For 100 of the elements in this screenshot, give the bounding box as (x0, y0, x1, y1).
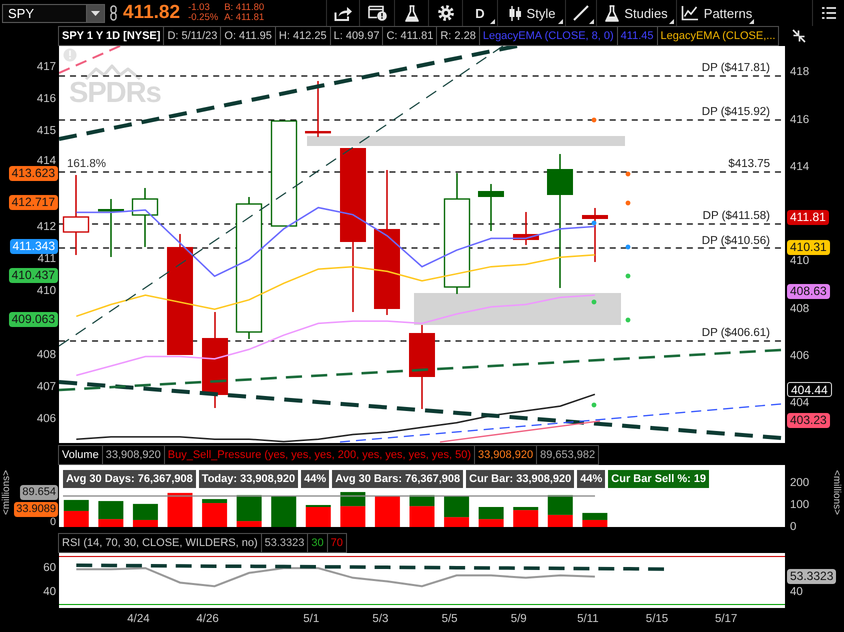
value-badge: 411.81 (787, 210, 829, 224)
value-badge: 89.654 (20, 484, 58, 500)
price-level-label: DP ($410.56) (702, 235, 770, 247)
volume-stat: Cur Bar Sell %: 19 (608, 470, 710, 488)
alert-icon (64, 48, 76, 62)
axis-label: 406 (790, 351, 810, 362)
value-badge: 410.31 (787, 240, 830, 254)
collapse-icon[interactable] (792, 29, 806, 43)
flask-icon (605, 4, 620, 22)
legend-text: RSI (14, 70, 30, CLOSE, WILDERS, no) (59, 534, 261, 552)
volume-stat: 44% (301, 470, 330, 488)
dot-icon (626, 244, 630, 250)
value-badge: 53.3323 (787, 569, 836, 584)
legend-text: 411.45 (618, 27, 656, 45)
date-label: 5/11 (577, 613, 599, 625)
dot-icon (626, 172, 630, 176)
ask-price: A: 411.81 (224, 13, 264, 23)
axis-label: 40 (43, 586, 56, 598)
axis-label: 412 (36, 222, 56, 232)
legend-text: LegacyEMA (CLOSE,... (658, 27, 778, 45)
axis-label: 60 (43, 562, 56, 574)
value-badge: 404.44 (787, 382, 832, 396)
axis-label: 407 (36, 382, 56, 392)
date-label: 5/5 (442, 613, 458, 625)
volume-bar (271, 496, 296, 527)
value-badge: 411.343 (10, 238, 58, 254)
date-label: 5/15 (646, 613, 668, 625)
volume-stat: Today: 33,908,920 (198, 470, 298, 488)
date-label: 5/3 (372, 613, 388, 625)
value-badge: 33.9089 (14, 502, 58, 516)
candlestick (305, 81, 331, 137)
settings-icon (438, 5, 454, 21)
candlestick (132, 188, 158, 247)
fibonacci-label: 161.8% (67, 158, 106, 170)
axis-label: 416 (790, 114, 810, 126)
dot-icon (626, 200, 630, 206)
legend-text: C: 411.81 (383, 27, 436, 45)
legend-text: R: 2.28 (437, 27, 479, 45)
legend-text: 70 (328, 534, 346, 552)
date-label: 5/17 (714, 613, 738, 625)
value-badge: 410.437 (8, 268, 58, 282)
volume-bar (168, 492, 192, 527)
axis-label: 418 (790, 67, 810, 78)
price-level-label: DP ($406.61) (702, 327, 770, 339)
alert-icon (368, 5, 386, 21)
chart-title: SPY 1 Y 1D [NYSE] (59, 27, 164, 45)
dot-icon (592, 118, 596, 122)
dot-icon (592, 220, 596, 226)
volume-stat: Cur Bar: 33,908,920 (466, 470, 574, 488)
legend-text: Buy_Sell_Pressure (yes, yes, yes, 200, yes, yes, yes, yes, 50) (164, 446, 474, 464)
legend-text: Volume (59, 446, 102, 464)
bid-price: B: 411.80 (224, 3, 264, 13)
dot-icon (626, 318, 630, 322)
axis-label: 408 (36, 350, 56, 360)
volume-stat: Avg 30 Days: 76,367,908 (63, 470, 196, 488)
dot-icon (592, 300, 596, 304)
price-level-label: DP ($415.92) (702, 106, 770, 118)
axis-title: <millions> (831, 470, 842, 516)
date-label: 5/9 (510, 613, 527, 625)
volume-bar (374, 496, 400, 527)
menu-icon (822, 7, 836, 19)
volume-stat: 44% (577, 470, 606, 488)
axis-label: 100 (790, 500, 810, 510)
axis-title: <millions> (1, 470, 12, 516)
legend-text: 33,908,920 (102, 446, 164, 464)
candlestick (98, 199, 124, 257)
value-badge: 412.717 (8, 194, 58, 210)
date-label: 4/26 (196, 613, 219, 625)
legend-text: L: 409.97 (330, 27, 382, 45)
draw-line-icon (573, 5, 589, 21)
legend-text: 30 (308, 534, 327, 552)
last-price: 411.82 (123, 2, 180, 24)
price-level-label: $413.75 (728, 158, 770, 170)
date-label: 5/1 (303, 613, 320, 625)
caret-icon (91, 10, 100, 16)
axis-label: 410 (790, 256, 810, 268)
value-badge: 403.23 (787, 412, 830, 428)
value-badge: 409.063 (8, 312, 58, 326)
candlestick (582, 208, 608, 262)
candlestick-icon (508, 4, 522, 22)
axis-label: 200 (790, 478, 810, 489)
link-icon[interactable] (110, 5, 117, 21)
volume-stat: Avg 30 Bars: 76,367,908 (332, 470, 464, 488)
axis-label: 417 (36, 62, 56, 72)
chart-pattern-icon (680, 5, 699, 21)
dropdown-button[interactable] (86, 4, 105, 22)
axis-label: 40 (790, 586, 803, 598)
dot-icon (626, 274, 630, 278)
symbol-field[interactable]: SPY (2, 4, 86, 22)
axis-label: 414 (36, 156, 56, 166)
legend-text: D: 5/11/23 (164, 27, 220, 45)
legend-text: 33,908,920 (475, 446, 536, 464)
share-icon (334, 6, 352, 20)
candlestick (478, 184, 504, 231)
flask-icon (404, 4, 418, 22)
value-badge: 408.63 (787, 284, 830, 298)
date-label: 4/24 (127, 613, 150, 625)
axis-label: 408 (790, 304, 810, 315)
net-change: -1.03 (188, 3, 211, 13)
percent-change: -0.25% (188, 13, 218, 23)
